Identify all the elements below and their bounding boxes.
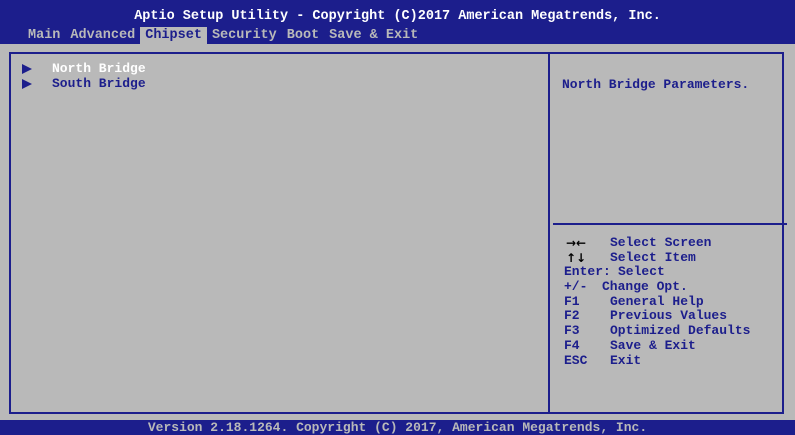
key-description: Select Screen (610, 235, 712, 250)
menu-item-label: North Bridge (52, 61, 146, 76)
tab-save-exit[interactable]: Save & Exit (324, 27, 423, 44)
key-row-select-screen: →← Select Screen (564, 235, 711, 251)
tab-chipset[interactable]: Chipset (140, 27, 207, 44)
key-row-change-opt: +/- Change Opt. (564, 279, 688, 295)
tab-advanced[interactable]: Advanced (65, 27, 140, 44)
key-name: Enter: (564, 264, 611, 280)
key-description: Change Opt. (602, 279, 688, 295)
left-right-arrow-icon: →← (566, 236, 587, 250)
key-description: General Help (610, 293, 704, 309)
bios-screen: Aptio Setup Utility - Copyright (C)2017 … (0, 0, 795, 435)
menu-item-south-bridge[interactable]: South Bridge (22, 76, 146, 91)
key-row-select-item: ↑↓ Select Item (564, 250, 696, 266)
key-name: F1 (564, 293, 580, 309)
version-footer: Version 2.18.1264. Copyright (C) 2017, A… (0, 420, 795, 435)
help-separator (553, 223, 787, 225)
key-row-enter: Enter: Select (564, 264, 665, 280)
key-row-f4: F4 Save & Exit (564, 337, 696, 354)
tab-boot[interactable]: Boot (282, 27, 324, 44)
key-description: Save & Exit (610, 337, 696, 353)
tab-security[interactable]: Security (207, 27, 282, 44)
main-frame (9, 52, 784, 414)
key-description: Previous Values (610, 308, 728, 324)
key-name: ESC (564, 352, 588, 368)
key-name: +/- (564, 279, 588, 295)
key-description: Optimized Defaults (610, 323, 751, 339)
tab-main[interactable]: Main (23, 27, 65, 44)
key-name: F4 (564, 337, 580, 353)
top-bar: Aptio Setup Utility - Copyright (C)2017 … (0, 0, 795, 44)
menu-item-north-bridge[interactable]: North Bridge (22, 61, 146, 76)
submenu-arrow-icon (22, 63, 32, 74)
tab-bar: Main Advanced Chipset Security Boot Save… (23, 27, 423, 44)
title-bar: Aptio Setup Utility - Copyright (C)2017 … (134, 9, 661, 24)
submenu-arrow-icon (22, 78, 32, 89)
vertical-divider (548, 52, 550, 414)
help-description: North Bridge Parameters. (562, 77, 750, 92)
key-name: F2 (564, 308, 580, 324)
key-description: Select Item (610, 249, 696, 265)
key-row-f1: F1 General Help (564, 293, 704, 310)
key-row-esc: ESC Exit (564, 352, 641, 369)
key-name: F3 (564, 323, 580, 339)
key-legend: →← Select Screen ↑↓ Select Item Enter: S… (564, 235, 750, 369)
key-description: Exit (610, 352, 642, 368)
up-down-arrow-icon: ↑↓ (566, 250, 587, 265)
menu-item-label: South Bridge (52, 76, 146, 91)
key-row-f3: F3 Optimized Defaults (564, 323, 750, 339)
key-description: Select (618, 264, 665, 280)
key-row-f2: F2 Previous Values (564, 308, 727, 324)
